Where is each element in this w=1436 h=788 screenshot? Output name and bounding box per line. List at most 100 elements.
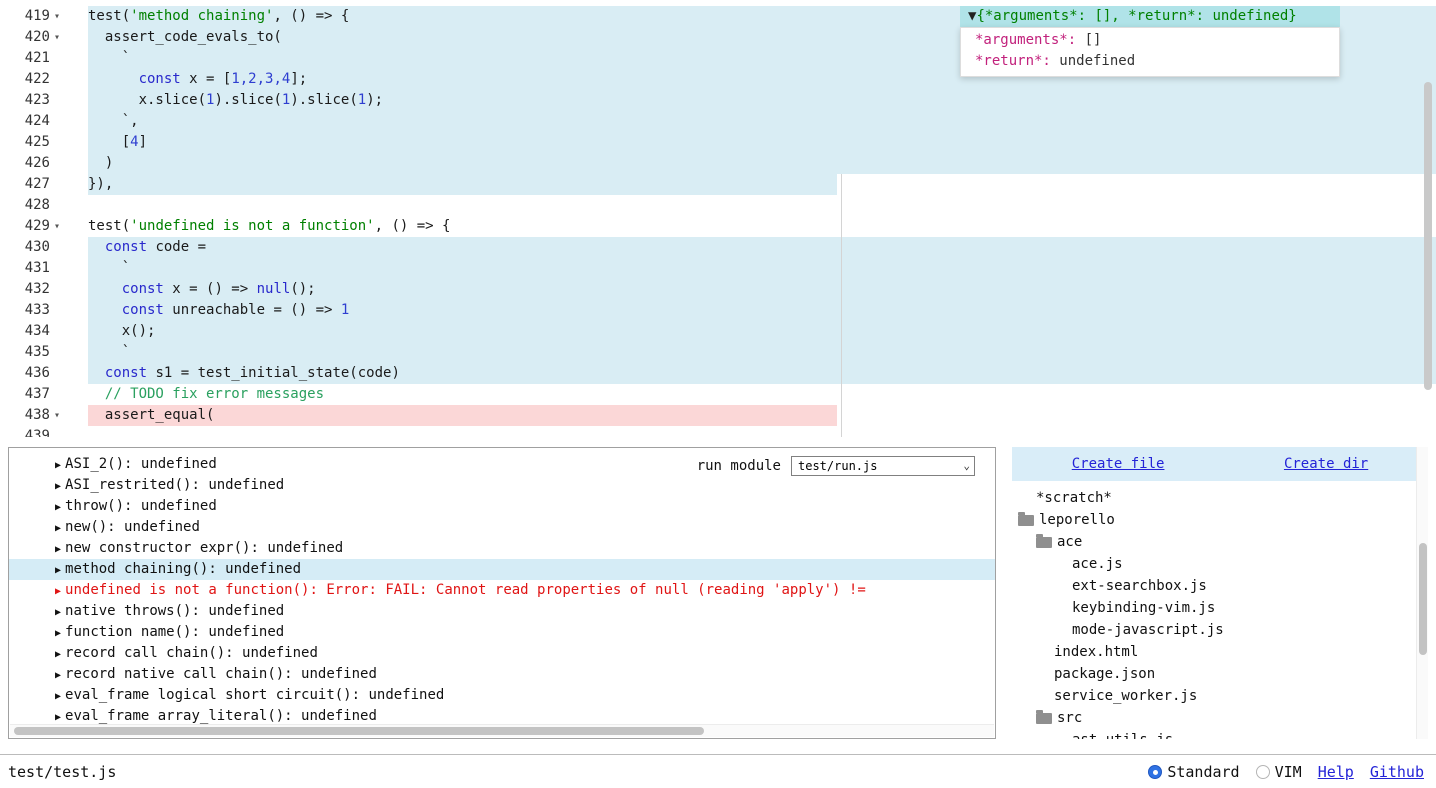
test-result-item[interactable]: ▶throw(): undefined — [9, 496, 995, 517]
test-result-item[interactable]: ▶function name(): undefined — [9, 622, 995, 643]
editor-line[interactable]: 432 const x = () => null(); — [0, 279, 1436, 300]
test-result-item[interactable]: ▶native throws(): undefined — [9, 601, 995, 622]
code-line[interactable] — [88, 426, 1436, 437]
code-line[interactable]: ` — [88, 342, 1436, 363]
tree-item[interactable]: ext-searchbox.js — [1012, 575, 1428, 597]
code-line[interactable] — [88, 195, 1436, 216]
test-result-item[interactable]: ▶method chaining(): undefined — [9, 559, 995, 580]
expand-triangle-icon[interactable]: ▶ — [55, 565, 61, 576]
editor-scrollbar-thumb[interactable] — [1424, 82, 1432, 390]
expand-triangle-icon[interactable]: ▶ — [55, 523, 61, 534]
editor-scrollbar[interactable] — [1422, 0, 1434, 437]
editor-line[interactable]: 428 — [0, 195, 1436, 216]
test-result-item[interactable]: ▶eval_frame logical short circuit(): und… — [9, 685, 995, 706]
test-result-item[interactable]: ▶undefined is not a function(): Error: F… — [9, 580, 995, 601]
tree-item[interactable]: leporello — [1012, 509, 1428, 531]
expand-triangle-icon[interactable]: ▶ — [55, 544, 61, 555]
tree-item[interactable]: keybinding-vim.js — [1012, 597, 1428, 619]
editor-line[interactable]: 436 const s1 = test_initial_state(code) — [0, 363, 1436, 384]
code-line[interactable]: test('undefined is not a function', () =… — [88, 216, 1436, 237]
editor-line[interactable]: 439 — [0, 426, 1436, 437]
code-line[interactable]: const x = () => null(); — [88, 279, 1436, 300]
editor-line[interactable]: 430 const code = — [0, 237, 1436, 258]
code-editor[interactable]: 419▾test('method chaining', () => {420▾ … — [0, 0, 1436, 437]
output-horizontal-scrollbar[interactable] — [10, 724, 994, 737]
file-panel-scrollbar[interactable] — [1416, 447, 1428, 739]
editor-line[interactable]: 429▾test('undefined is not a function', … — [0, 216, 1436, 237]
tree-item[interactable]: service_worker.js — [1012, 685, 1428, 707]
expand-triangle-icon[interactable]: ▶ — [55, 481, 61, 492]
editor-line[interactable]: 424 `, — [0, 111, 1436, 132]
expand-triangle-icon[interactable]: ▶ — [55, 586, 61, 597]
editor-line[interactable]: 433 const unreachable = () => 1 — [0, 300, 1436, 321]
code-line[interactable]: ` — [88, 258, 1436, 279]
editor-line[interactable]: 425 [4] — [0, 132, 1436, 153]
expand-triangle-icon[interactable]: ▶ — [55, 502, 61, 513]
radio-standard-icon[interactable] — [1148, 765, 1162, 779]
code-line[interactable]: assert_equal( — [88, 405, 1436, 426]
line-number: 419 — [0, 6, 50, 27]
code-token: unreachable = () => — [164, 302, 341, 318]
fold-arrow-icon[interactable]: ▾ — [54, 405, 60, 426]
create-file-link[interactable]: Create file — [1072, 456, 1165, 472]
editor-line[interactable]: 426 ) — [0, 153, 1436, 174]
code-line[interactable]: [4] — [88, 132, 1436, 153]
test-result-item[interactable]: ▶new(): undefined — [9, 517, 995, 538]
expand-triangle-icon[interactable]: ▶ — [55, 649, 61, 660]
editor-line[interactable]: 427}), — [0, 174, 1436, 195]
code-line[interactable]: x(); — [88, 321, 1436, 342]
fold-arrow-icon[interactable]: ▾ — [54, 6, 60, 27]
test-result-item[interactable]: ▶ASI_restrited(): undefined — [9, 475, 995, 496]
editor-line[interactable]: 423 x.slice(1).slice(1).slice(1); — [0, 90, 1436, 111]
code-line[interactable]: const s1 = test_initial_state(code) — [88, 363, 1436, 384]
code-line[interactable]: const unreachable = () => 1 — [88, 300, 1436, 321]
tree-item-label: ast_utils.js — [1072, 729, 1173, 739]
tree-item[interactable]: package.json — [1012, 663, 1428, 685]
expand-triangle-icon[interactable]: ▶ — [55, 670, 61, 681]
test-result-item[interactable]: ▶record native call chain(): undefined — [9, 664, 995, 685]
code-line[interactable]: x.slice(1).slice(1).slice(1); — [88, 90, 1436, 111]
expand-triangle-icon[interactable]: ▶ — [55, 628, 61, 639]
expand-triangle-icon[interactable]: ▶ — [55, 460, 61, 471]
tree-item[interactable]: src — [1012, 707, 1428, 729]
tree-item[interactable]: *scratch* — [1012, 487, 1428, 509]
create-dir-link[interactable]: Create dir — [1284, 456, 1368, 472]
fold-arrow-icon[interactable]: ▾ — [54, 27, 60, 48]
keybinding-standard-option[interactable]: Standard — [1148, 763, 1239, 781]
code-line[interactable]: ) — [88, 153, 1436, 174]
call-result-detail-row[interactable]: *return*: undefined — [975, 51, 1329, 72]
code-line[interactable]: const code = — [88, 237, 1436, 258]
test-result-item[interactable]: ▶new constructor expr(): undefined — [9, 538, 995, 559]
editor-line[interactable]: 438▾ assert_equal( — [0, 405, 1436, 426]
code-token: 'method chaining' — [130, 8, 273, 24]
tree-item[interactable]: index.html — [1012, 641, 1428, 663]
call-result-detail-row[interactable]: *arguments*: [] — [975, 30, 1329, 51]
test-result-item[interactable]: ▶record call chain(): undefined — [9, 643, 995, 664]
tree-item[interactable]: ace.js — [1012, 553, 1428, 575]
expand-triangle-icon[interactable]: ▶ — [55, 691, 61, 702]
editor-line[interactable]: 437 // TODO fix error messages — [0, 384, 1436, 405]
fold-arrow-icon[interactable]: ▾ — [54, 216, 60, 237]
gutter-cell: 425 — [0, 132, 88, 153]
keybinding-vim-option[interactable]: VIM — [1256, 763, 1302, 781]
code-line[interactable]: }), — [88, 174, 1436, 195]
code-line[interactable]: `, — [88, 111, 1436, 132]
radio-vim-icon[interactable] — [1256, 765, 1270, 779]
editor-line[interactable]: 435 ` — [0, 342, 1436, 363]
run-module-select[interactable]: test/run.js ⌄ — [791, 456, 975, 476]
tree-item[interactable]: ast_utils.js — [1012, 729, 1428, 739]
editor-line[interactable]: 431 ` — [0, 258, 1436, 279]
file-panel-scrollbar-thumb[interactable] — [1419, 543, 1427, 655]
editor-line[interactable]: 434 x(); — [0, 321, 1436, 342]
tree-item[interactable]: ace — [1012, 531, 1428, 553]
call-result-widget[interactable]: ▼{*arguments*: [], *return*: undefined} … — [960, 6, 1340, 77]
help-link[interactable]: Help — [1318, 763, 1354, 781]
code-line[interactable]: // TODO fix error messages — [88, 384, 1436, 405]
output-hscrollbar-thumb[interactable] — [14, 727, 704, 735]
call-result-summary[interactable]: ▼{*arguments*: [], *return*: undefined} — [960, 6, 1340, 27]
code-token: test( — [88, 218, 130, 234]
expand-triangle-icon[interactable]: ▶ — [55, 607, 61, 618]
github-link[interactable]: Github — [1370, 763, 1424, 781]
tree-item[interactable]: mode-javascript.js — [1012, 619, 1428, 641]
expand-triangle-icon[interactable]: ▶ — [55, 712, 61, 723]
